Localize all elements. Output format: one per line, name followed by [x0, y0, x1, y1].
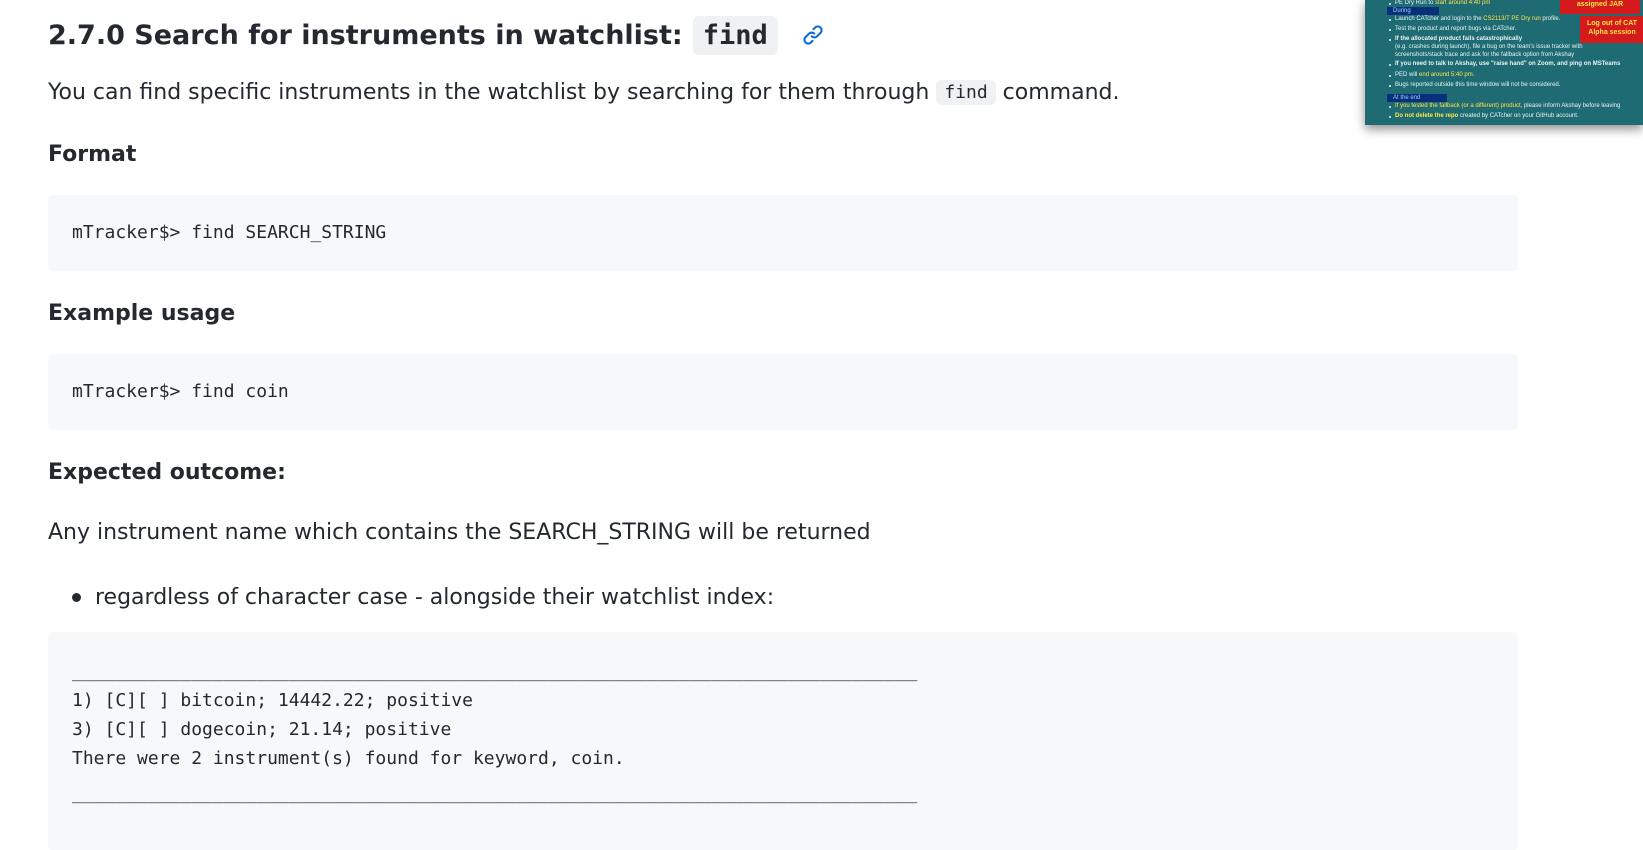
thumb-line: (e.g. crashes during launch), file a bug…	[1395, 44, 1583, 50]
outcome-heading: Expected outcome:	[48, 460, 286, 485]
page: 2.7.0 Search for instruments in watchlis…	[0, 0, 1643, 850]
link-icon[interactable]	[802, 24, 824, 46]
thumb-bullet-icon	[1389, 116, 1391, 118]
thumb-jar-box: assigned JAR	[1560, 0, 1640, 14]
thumb-line: Bugs reported outside this time window w…	[1395, 82, 1561, 88]
outcome-paragraph: Any instrument name which contains the S…	[48, 520, 871, 545]
thumb-line: If the allocated product fails catastrop…	[1395, 36, 1523, 42]
thumb-section-during: During	[1387, 7, 1439, 15]
thumb-line: PED will end around 5:40 pm.	[1395, 72, 1475, 78]
example-heading: Example usage	[48, 301, 236, 326]
outcome-code-block: ________________________________________…	[48, 632, 1518, 850]
thumb-line: Do not delete the repo created by CATche…	[1395, 113, 1579, 119]
example-code-block: mTracker$> find coin	[48, 354, 1518, 430]
thumb-section-end: At the end	[1387, 94, 1447, 102]
thumb-bullet-icon	[1389, 19, 1391, 21]
thumb-line: If you need to talk to Akshay, use "rais…	[1395, 61, 1621, 67]
thumb-bullet-icon	[1389, 75, 1391, 77]
thumb-bullet-icon	[1389, 85, 1391, 87]
intro-text-after: command.	[1002, 80, 1120, 105]
code-line: There were 2 instrument(s) found for key…	[72, 748, 625, 769]
intro-inline-code: find	[936, 80, 996, 105]
thumb-bullet-icon	[1389, 3, 1391, 5]
thumb-logout-box: Log out of CAT Alpha session	[1580, 16, 1643, 43]
section-heading: 2.7.0 Search for instruments in watchlis…	[48, 10, 824, 60]
code-line: 3) [C][ ] dogecoin; 21.14; positive	[72, 719, 452, 740]
heading-title: 2.7.0 Search for instruments in watchlis…	[48, 19, 683, 51]
code-line: 1) [C][ ] bitcoin; 14442.22; positive	[72, 690, 473, 711]
thumb-line: PE Dry Run to start around 4:40 pm	[1395, 0, 1491, 6]
intro-paragraph: You can find specific instruments in the…	[48, 80, 1119, 105]
thumb-line: Test the product and report bugs via CAT…	[1395, 26, 1517, 32]
thumb-bullet-icon	[1389, 39, 1391, 41]
thumb-line: If you tested the fallback (or a differe…	[1395, 103, 1621, 109]
list-item: regardless of character case - alongside…	[72, 585, 774, 610]
format-code-block: mTracker$> find SEARCH_STRING	[48, 195, 1518, 271]
format-heading: Format	[48, 142, 137, 167]
bullet-icon	[72, 593, 81, 602]
intro-text-before: You can find specific instruments in the…	[48, 80, 930, 105]
thumb-bullet-icon	[1389, 64, 1391, 66]
code-line: ________________________________________…	[72, 783, 918, 804]
thumb-line: screenshots/stack trace and ask for the …	[1395, 52, 1575, 58]
format-code-line: mTracker$> find SEARCH_STRING	[72, 222, 387, 243]
code-line: ________________________________________…	[72, 661, 918, 682]
example-code-line: mTracker$> find coin	[72, 381, 289, 402]
slide-thumbnail[interactable]: PE Dry Run to start around 4:40 pm Durin…	[1365, 0, 1643, 125]
thumb-bullet-icon	[1389, 29, 1391, 31]
bullet-text: regardless of character case - alongside…	[95, 585, 775, 610]
thumb-line: Launch CATcher and login to the CS2113/T…	[1395, 16, 1561, 22]
heading-code: find	[692, 15, 778, 55]
thumb-bullet-icon	[1389, 106, 1391, 108]
